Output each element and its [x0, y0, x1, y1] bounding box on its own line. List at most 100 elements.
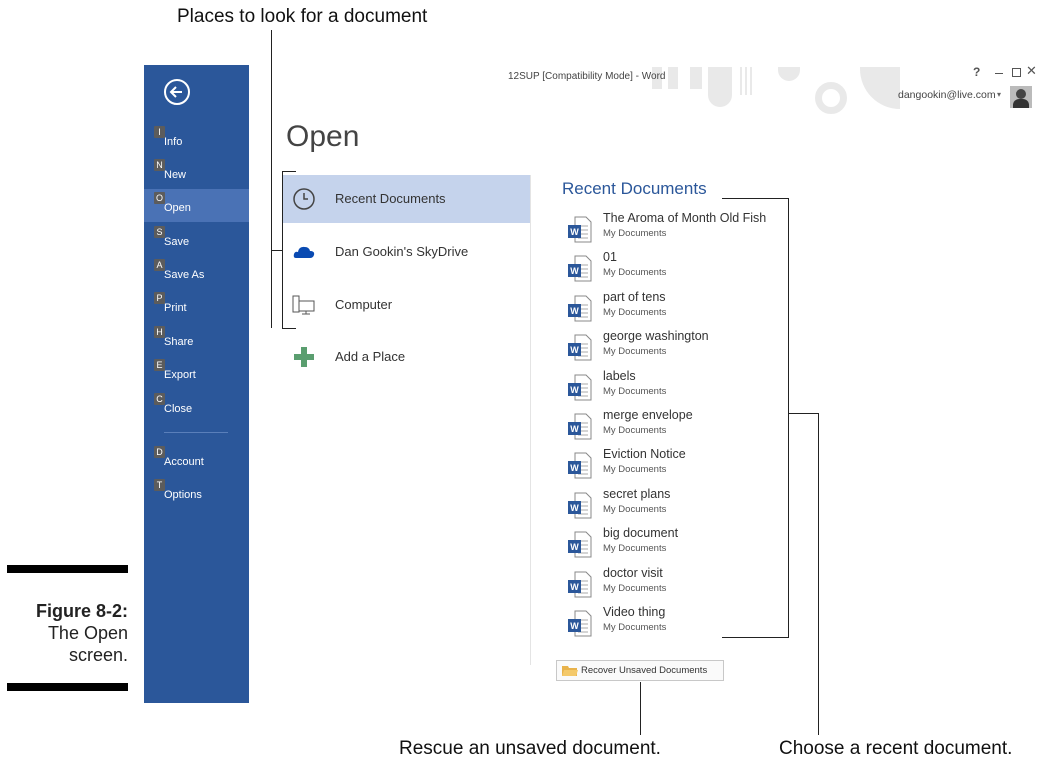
bracket-right-top [722, 198, 789, 199]
document-path: My Documents [603, 543, 667, 555]
document-path: My Documents [603, 228, 667, 239]
document-path: My Documents [603, 267, 667, 279]
document-name: labels [603, 368, 636, 383]
document-path: My Documents [603, 425, 667, 436]
place-skydrive[interactable]: Dan Gookin's SkyDrive [283, 228, 530, 276]
document-path: My Documents [603, 622, 667, 633]
title-decoration [860, 67, 900, 109]
sidebar-item-info[interactable]: I Info [144, 123, 249, 156]
title-decoration [745, 67, 747, 95]
recover-unsaved-label: Recover Unsaved Documents [581, 665, 708, 676]
callout-line [818, 413, 819, 735]
sidebar-item-share[interactable]: H Share [144, 323, 249, 356]
sidebar-item-options[interactable]: T Options [144, 476, 249, 509]
chevron-down-icon[interactable]: ▾ [997, 90, 1001, 99]
callout-line [271, 30, 272, 328]
document-name: big document [603, 526, 679, 541]
folder-icon [562, 666, 578, 676]
document-path: My Documents [603, 503, 667, 515]
sidebar-item-close[interactable]: C Close [144, 390, 249, 423]
word-document-icon: W [568, 255, 592, 282]
title-decoration [815, 82, 847, 114]
svg-text:W: W [570, 582, 579, 592]
figure-rule [7, 565, 128, 573]
figure-rule [7, 683, 128, 691]
back-arrow-icon[interactable] [164, 79, 190, 105]
help-icon[interactable]: ? [973, 65, 980, 79]
svg-text:W: W [570, 385, 579, 395]
place-label: Recent Documents [335, 191, 446, 206]
figure-label: Figure 8-2: [35, 601, 128, 621]
callout-choose: Choose a recent document. [779, 738, 1013, 759]
sidebar-item-save-as[interactable]: A Save As [144, 256, 249, 289]
sidebar-item-label: Print [164, 302, 187, 314]
word-document-icon: W [568, 413, 592, 440]
place-add-a-place[interactable]: Add a Place [283, 333, 530, 381]
title-decoration [690, 67, 702, 89]
column-divider [530, 175, 531, 665]
close-icon[interactable]: ✕ [1026, 63, 1037, 79]
sidebar-item-label: Options [164, 489, 202, 501]
computer-icon [292, 295, 315, 315]
svg-text:W: W [570, 227, 579, 237]
word-document-icon: W [568, 295, 592, 322]
bracket-top [282, 171, 296, 172]
sidebar-item-label: Save As [164, 269, 205, 281]
document-name: The Aroma of Month Old Fish [603, 211, 767, 225]
restore-icon[interactable] [1012, 68, 1021, 77]
place-recent-documents[interactable]: Recent Documents [283, 175, 530, 223]
clock-icon [293, 188, 315, 210]
recent-document-item[interactable]: W 01 My Documents [568, 250, 798, 288]
recent-document-item[interactable]: Wgeorge washington My Documents [568, 329, 798, 367]
callout-places: Places to look for a document [177, 6, 428, 27]
title-decoration [750, 67, 752, 95]
document-path: My Documents [603, 346, 667, 358]
figure-caption-line2: screen. [68, 645, 128, 665]
window-title: 12SUP [Compatibility Mode] - Word [508, 71, 666, 82]
sidebar-divider [164, 432, 228, 433]
sidebar-item-save[interactable]: S Save [144, 223, 249, 256]
recent-document-item[interactable]: Wmerge envelope My Documents [568, 408, 798, 446]
recent-document-item[interactable]: W Eviction Notice My Documents [568, 447, 798, 485]
cloud-icon [293, 246, 315, 258]
sidebar-item-label: New [164, 169, 187, 181]
document-name: secret plans [603, 486, 671, 501]
sidebar-item-account[interactable]: D Account [144, 443, 249, 476]
document-name: part of tens [603, 289, 666, 304]
document-path: My Documents [603, 582, 667, 594]
plus-icon [294, 347, 314, 367]
sidebar-item-new[interactable]: N New [144, 156, 249, 189]
place-label: Add a Place [335, 349, 406, 364]
sidebar-item-print[interactable]: P Print [144, 289, 249, 322]
word-document-icon: W [568, 216, 592, 243]
sidebar-item-open[interactable]: O Open [144, 189, 249, 222]
svg-text:W: W [570, 463, 579, 473]
recent-document-item[interactable]: Wbig document My Documents [568, 526, 798, 564]
recent-document-item[interactable]: W The Aroma of Month Old Fish My Documents [568, 211, 798, 249]
avatar[interactable] [1010, 86, 1032, 108]
account-name[interactable]: dangookin@live.com [898, 89, 996, 101]
sidebar-item-label: Share [164, 336, 194, 348]
recent-document-item[interactable]: Wsecret plans My Documents [568, 487, 798, 525]
page-title: Open [286, 120, 360, 153]
document-path: My Documents [603, 306, 667, 318]
figure-caption: Figure 8-2: The Open screen. [7, 600, 128, 666]
word-document-icon: W [568, 374, 592, 401]
recent-document-item[interactable]: Wlabels My Documents [568, 369, 798, 407]
document-name: doctor visit [603, 565, 663, 580]
svg-text:W: W [570, 345, 579, 355]
recent-document-item[interactable]: W Video thing My Documents [568, 605, 798, 643]
place-label: Computer [335, 297, 393, 312]
callout-line [640, 682, 641, 735]
recover-unsaved-button[interactable]: Recover Unsaved Documents [556, 660, 724, 681]
sidebar-item-export[interactable]: E Export [144, 356, 249, 389]
recent-document-item[interactable]: Wdoctor visit My Documents [568, 566, 798, 604]
sidebar-item-label: Info [164, 136, 183, 148]
svg-text:W: W [570, 424, 579, 434]
word-document-icon: W [568, 452, 592, 479]
title-decoration [708, 67, 732, 107]
recent-document-item[interactable]: Wpart of tens My Documents [568, 290, 798, 328]
place-computer[interactable]: Computer [283, 281, 530, 329]
minimize-icon[interactable] [995, 73, 1003, 74]
svg-text:W: W [570, 621, 579, 631]
